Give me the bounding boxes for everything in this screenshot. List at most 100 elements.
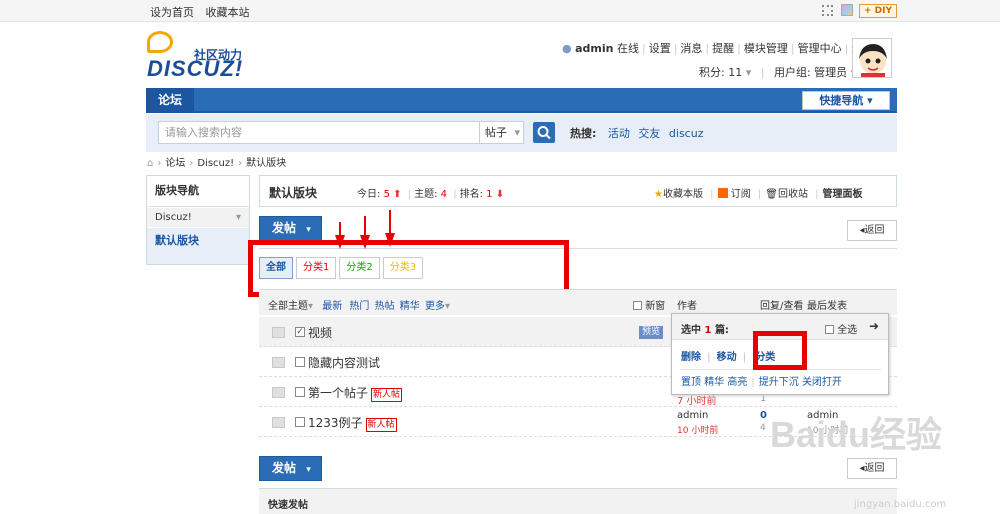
user-links: ● admin 在线|设置|消息|提醒|模块管理|管理中心|退出 (562, 40, 873, 56)
main-nav: 论坛 快捷导航 ▾ (146, 88, 897, 113)
subscribe-link[interactable]: 订阅 (731, 189, 751, 200)
newbie-badge: 新人帖 (365, 418, 397, 432)
filter-latest[interactable]: 最新 (322, 301, 342, 312)
usergroup-dropdown[interactable]: 用户组: 管理员 ▾ (774, 66, 856, 79)
home-icon[interactable]: ⌂ (147, 158, 153, 169)
new-thread-label: 发帖 (272, 461, 297, 475)
hot-search-link[interactable]: 交友 (638, 127, 660, 140)
rank-value: 1 (486, 189, 493, 200)
caret-down-icon: ▾ (306, 465, 311, 475)
back-label: 返回 (864, 225, 885, 236)
back-button[interactable]: ◂返回 (847, 458, 897, 479)
search-input[interactable]: 请输入搜索内容 (158, 121, 480, 144)
user-stats: 积分: 11 ▾ | 用户组: 管理员 ▾ (699, 64, 856, 80)
thread-checkbox-checked[interactable]: ✓ (295, 327, 305, 337)
forum-title: 默认版块 (269, 186, 318, 200)
module-manage-link[interactable]: 模块管理 (744, 42, 788, 55)
watermark: Baidu经验 (770, 414, 943, 455)
hot-search-label: 热搜: (570, 127, 597, 140)
fullscreen-icon[interactable] (822, 5, 833, 16)
thread-checkbox[interactable] (295, 357, 305, 367)
select-all-toggle[interactable]: 全选 (825, 321, 857, 336)
quick-nav-button[interactable]: 快捷导航 ▾ (802, 91, 890, 110)
list-filters: 全部主题▾ 最新 热门 热帖 精华 更多▾ (268, 301, 450, 312)
folder-icon (272, 417, 285, 428)
caret-down-icon: ▾ (514, 126, 521, 139)
bump-action[interactable]: 提升下沉 (759, 377, 799, 388)
selected-prefix: 选中 (681, 325, 701, 336)
new-thread-label: 发帖 (272, 221, 297, 235)
filter-digest[interactable]: 精华 (400, 301, 420, 312)
sidebar-group[interactable]: Discuz! ▾ (147, 208, 249, 227)
breadcrumb: ⌂ › 论坛 › Discuz! › 默认版块 (147, 158, 287, 169)
thread-title[interactable]: 第一个帖子 新人帖 (308, 384, 403, 402)
diy-button[interactable]: + DIY (859, 4, 897, 18)
delete-action[interactable]: 删除 (681, 352, 701, 363)
star-icon: ★ (654, 189, 663, 200)
filter-hot-posts[interactable]: 热帖 (375, 301, 395, 312)
preview-tag[interactable]: 预览 (639, 326, 664, 339)
selected-count: 选中 1 篇: (681, 321, 729, 336)
new-thread-button[interactable]: 发帖 ▾ (259, 456, 322, 481)
messages-link[interactable]: 消息 (680, 42, 702, 55)
caret-down-icon: ▾ (306, 225, 311, 235)
highlight-action[interactable]: 高亮 (727, 377, 747, 388)
avatar[interactable] (852, 38, 892, 78)
back-button[interactable]: ◂返回 (847, 220, 897, 241)
thread-checkbox[interactable] (295, 387, 305, 397)
search-type-select[interactable]: 帖子 ▾ (480, 121, 524, 144)
logo-bubble-icon (147, 31, 173, 53)
logo[interactable]: DISCUZ! (147, 56, 243, 82)
admin-center-link[interactable]: 管理中心 (798, 42, 842, 55)
header: 社区动力 DISCUZ! ● admin 在线 | 设置 | 消息 | 提醒 | 模块管理 | 管理… (0, 22, 1000, 88)
trash-icon: 🗑 (765, 189, 778, 200)
thread-title[interactable]: 视频 (308, 324, 332, 341)
sidebar-group-label: Discuz! (155, 212, 192, 223)
arrow-right-icon[interactable]: ➜ (869, 319, 879, 333)
set-home-link[interactable]: 设为首页 (150, 6, 194, 19)
hot-search-link[interactable]: 活动 (608, 127, 630, 140)
popup-actions-row2: 置顶 精华 高亮 | 提升下沉 关闭打开 (681, 377, 842, 388)
online-status: 在线 (616, 42, 639, 55)
rss-icon (717, 188, 728, 198)
thread-checkbox[interactable] (295, 417, 305, 427)
bookmark-link[interactable]: 收藏本站 (206, 6, 250, 19)
close-open-action[interactable]: 关闭打开 (802, 377, 842, 388)
search-button[interactable] (533, 122, 555, 143)
diy-label: DIY (874, 6, 893, 16)
thread-title[interactable]: 隐藏内容测试 (308, 354, 380, 371)
sidebar-item-current[interactable]: 默认版块 (147, 228, 249, 264)
move-action[interactable]: 移动 (717, 352, 737, 363)
style-icon[interactable] (841, 4, 853, 16)
new-thread-button[interactable]: 发帖 ▾ (259, 216, 322, 241)
new-window-toggle[interactable]: 新窗 (633, 297, 665, 312)
manage-panel-link[interactable]: 管理面板 (823, 189, 863, 200)
select-all-label: 全选 (837, 325, 858, 336)
settings-link[interactable]: 设置 (649, 42, 671, 55)
hot-search-link[interactable]: discuz (669, 127, 704, 140)
username-link[interactable]: admin (575, 42, 613, 55)
filter-more[interactable]: 更多 (425, 301, 445, 312)
quick-nav-label: 快捷导航 (819, 94, 864, 107)
stick-action[interactable]: 置顶 (681, 377, 701, 388)
user-icon: ● (562, 42, 572, 55)
nav-tab-forum[interactable]: 论坛 (146, 88, 194, 113)
folder-icon (272, 327, 285, 338)
topics-count: 4 (440, 189, 448, 200)
notifications-link[interactable]: 提醒 (712, 42, 734, 55)
breadcrumb-item[interactable]: Discuz! (197, 158, 234, 169)
quick-post-header: 快速发帖 (259, 488, 897, 514)
filter-all-topics[interactable]: 全部主题 (268, 301, 308, 312)
breadcrumb-item[interactable]: 论坛 (165, 158, 185, 169)
favorite-forum-link[interactable]: 收藏本版 (663, 189, 703, 200)
annotation-arrow-stem (364, 216, 366, 236)
recycle-bin-link[interactable]: 回收站 (778, 189, 808, 200)
thread-title[interactable]: 1233例子 新人帖 (308, 414, 397, 432)
hot-search: 热搜: 活动 交友 discuz (570, 125, 708, 141)
forum-actions: ★收藏本版 | 订阅 | 🗑回收站 | 管理面板 (654, 188, 863, 200)
thread-author[interactable]: admin (677, 410, 708, 421)
digest-action[interactable]: 精华 (704, 377, 724, 388)
filter-hot[interactable]: 热门 (349, 301, 369, 312)
sidebar-title: 版块导航 (147, 176, 249, 207)
points-dropdown[interactable]: 积分: 11 ▾ (699, 66, 751, 79)
